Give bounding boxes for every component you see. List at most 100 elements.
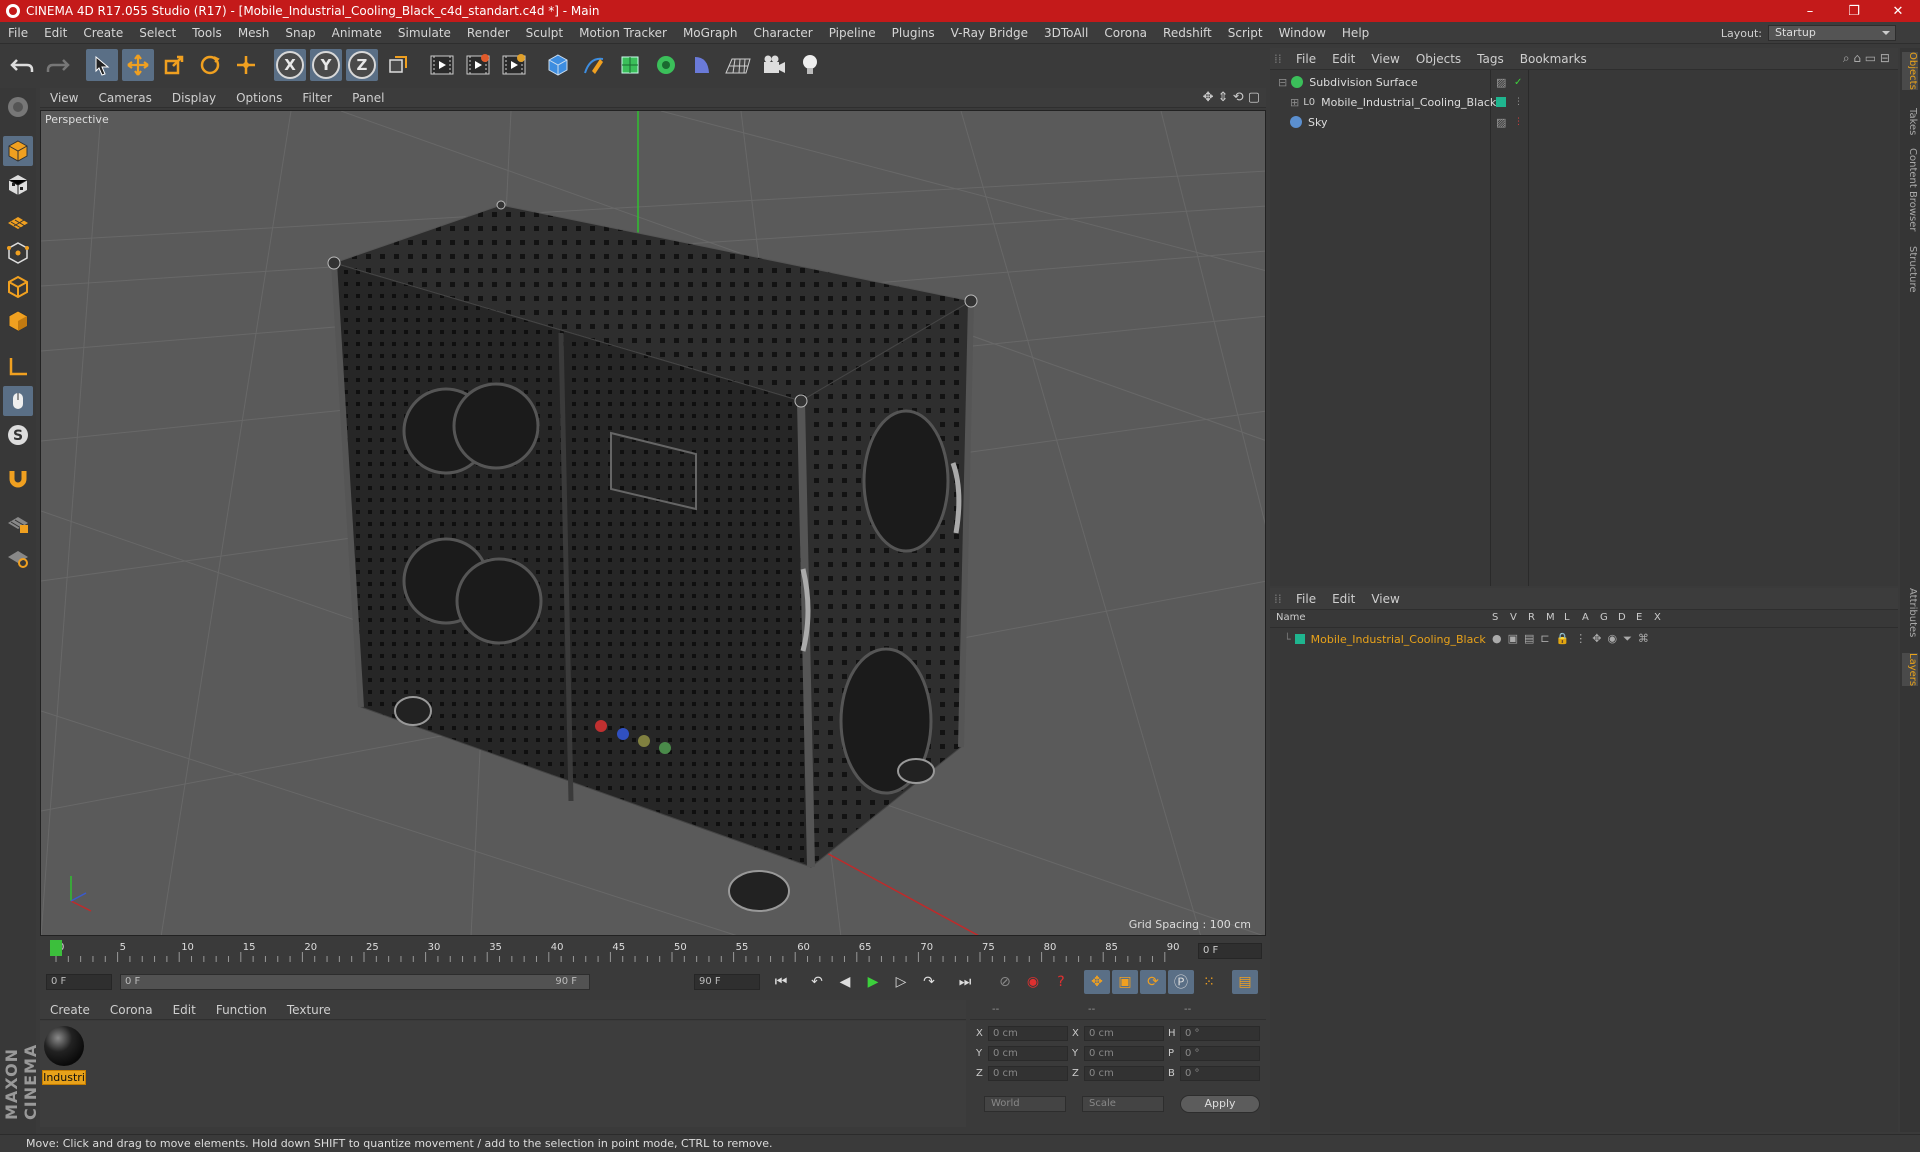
key-position-icon[interactable]: ✥ — [1084, 970, 1110, 994]
menu-script[interactable]: Script — [1220, 26, 1271, 40]
goto-prev-key-icon[interactable]: ↶ — [804, 970, 830, 994]
om-menu-tags[interactable]: Tags — [1469, 52, 1512, 66]
menu-redshift[interactable]: Redshift — [1155, 26, 1220, 40]
z-axis-lock-icon[interactable]: Z — [346, 49, 378, 81]
menu-animate[interactable]: Animate — [324, 26, 390, 40]
object-row-sky[interactable]: Sky ▨ ⋮ — [1270, 112, 1898, 132]
viewport-nav-icons[interactable]: ✥ ⇕ ⟲ ▢ — [1203, 90, 1260, 105]
menu-render[interactable]: Render — [459, 26, 518, 40]
world-dropdown[interactable]: World — [984, 1096, 1066, 1112]
menu-character[interactable]: Character — [745, 26, 820, 40]
viewport-menu-view[interactable]: View — [40, 91, 88, 105]
undo-icon[interactable] — [6, 49, 38, 81]
tab-attributes[interactable]: Attributes — [1902, 588, 1918, 637]
om-menu-objects[interactable]: Objects — [1408, 52, 1469, 66]
menu-mograph[interactable]: MoGraph — [675, 26, 746, 40]
deformer-icon[interactable] — [686, 49, 718, 81]
key-scale-icon[interactable]: ▣ — [1112, 970, 1138, 994]
key-pla-icon[interactable]: ⁙ — [1196, 970, 1222, 994]
texture-mode-icon[interactable] — [3, 170, 33, 200]
viewport-menu-panel[interactable]: Panel — [342, 91, 394, 105]
redo-icon[interactable] — [42, 49, 74, 81]
light-icon[interactable] — [794, 49, 826, 81]
floor-environment-icon[interactable] — [722, 49, 754, 81]
object-row-cooling-black[interactable]: ⊞ L0 Mobile_Industrial_Cooling_Black ⋮ — [1270, 92, 1898, 112]
rotate-tool-icon[interactable] — [194, 49, 226, 81]
menu-3dtoall[interactable]: 3DToAll — [1036, 26, 1096, 40]
material-menu-function[interactable]: Function — [206, 1003, 277, 1017]
frame-range-slider[interactable]: 0 F 90 F — [120, 974, 590, 990]
goto-start-icon[interactable]: ⏮ — [768, 970, 794, 994]
edges-mode-icon[interactable] — [3, 272, 33, 302]
menu-edit[interactable]: Edit — [36, 26, 75, 40]
select-arrow-icon[interactable] — [86, 49, 118, 81]
menu-corona[interactable]: Corona — [1096, 26, 1155, 40]
tree-expand-icon[interactable]: ⊞ — [1290, 96, 1299, 109]
render-settings-icon[interactable] — [498, 49, 530, 81]
render-view-icon[interactable] — [426, 49, 458, 81]
minimize-button[interactable]: – — [1788, 0, 1832, 22]
make-editable-icon[interactable] — [3, 92, 33, 122]
y-axis-lock-icon[interactable]: Y — [310, 49, 342, 81]
rotation-h-field[interactable]: 0 ° — [1180, 1025, 1260, 1041]
size-z-field[interactable]: 0 cm — [1084, 1065, 1164, 1081]
polygons-mode-icon[interactable] — [3, 306, 33, 336]
menu-create[interactable]: Create — [75, 26, 131, 40]
scale-dropdown[interactable]: Scale — [1082, 1096, 1164, 1112]
coordinate-system-icon[interactable] — [382, 49, 414, 81]
keyframe-selection-icon[interactable]: ? — [1048, 970, 1074, 994]
move-tool-icon[interactable] — [122, 49, 154, 81]
close-button[interactable]: ✕ — [1876, 0, 1920, 22]
menu-motion-tracker[interactable]: Motion Tracker — [571, 26, 675, 40]
rotation-p-field[interactable]: 0 ° — [1180, 1045, 1260, 1061]
restore-button[interactable]: ❐ — [1832, 0, 1876, 22]
viewport-menu-options[interactable]: Options — [226, 91, 292, 105]
transform-tool-icon[interactable] — [230, 49, 262, 81]
timeline-ruler[interactable]: 051015202530354045505560657075808590 0 F — [40, 938, 1266, 966]
end-frame-field[interactable]: 90 F — [694, 974, 760, 990]
visibility-dots-icon[interactable]: ⋮ — [1514, 97, 1523, 107]
play-icon[interactable]: ▶ — [860, 970, 886, 994]
om-menu-file[interactable]: File — [1288, 52, 1324, 66]
menu-vray-bridge[interactable]: V-Ray Bridge — [943, 26, 1036, 40]
layout-dropdown[interactable]: Startup — [1768, 25, 1896, 41]
magnet-icon[interactable] — [3, 464, 33, 494]
points-mode-icon[interactable] — [3, 238, 33, 268]
menu-select[interactable]: Select — [131, 26, 184, 40]
workplane-lock-icon[interactable] — [3, 508, 33, 538]
tree-expand-icon[interactable]: ⊟ — [1278, 76, 1287, 89]
layer-editor-icon[interactable]: ▨ — [1496, 116, 1506, 129]
layer-flag-icons[interactable]: ●▣▤⊏🔒⋮✥◉⏷⌘ — [1492, 632, 1655, 646]
om-menu-view[interactable]: View — [1363, 52, 1407, 66]
axis-mode-icon[interactable] — [3, 352, 33, 382]
menu-snap[interactable]: Snap — [277, 26, 323, 40]
enabled-check-icon[interactable]: ✓ — [1514, 77, 1522, 88]
cube-primitive-icon[interactable] — [542, 49, 574, 81]
lm-menu-view[interactable]: View — [1363, 592, 1407, 606]
rotation-b-field[interactable]: 0 ° — [1180, 1065, 1260, 1081]
object-row-subdivision[interactable]: ⊟ Subdivision Surface ▨ ✓ — [1270, 72, 1898, 92]
record-keys-icon[interactable]: ⊘ — [992, 970, 1018, 994]
tab-objects[interactable]: Objects — [1902, 52, 1918, 90]
viewport-menu-filter[interactable]: Filter — [292, 91, 342, 105]
goto-next-key-icon[interactable]: ↷ — [916, 970, 942, 994]
menu-help[interactable]: Help — [1334, 26, 1377, 40]
tab-content-browser[interactable]: Content Browser — [1902, 148, 1918, 231]
material-menu-create[interactable]: Create — [40, 1003, 100, 1017]
pen-spline-icon[interactable] — [578, 49, 610, 81]
viewport-menu-display[interactable]: Display — [162, 91, 226, 105]
om-search-home-icons[interactable]: ⌕ ⌂ ▭ ⊟ — [1843, 51, 1890, 66]
render-picture-viewer-icon[interactable] — [462, 49, 494, 81]
apply-button[interactable]: Apply — [1180, 1095, 1260, 1113]
auto-key-icon[interactable]: ◉ — [1020, 970, 1046, 994]
prev-frame-icon[interactable]: ◀ — [832, 970, 858, 994]
material-menu-texture[interactable]: Texture — [277, 1003, 341, 1017]
start-frame-field[interactable]: 0 F — [46, 974, 112, 990]
model-mode-icon[interactable] — [3, 136, 33, 166]
subdivision-generator-icon[interactable] — [614, 49, 646, 81]
tweak-mode-icon[interactable] — [3, 386, 33, 416]
timeline-window-icon[interactable]: ▤ — [1232, 970, 1258, 994]
layer-row[interactable]: └ Mobile_Industrial_Cooling_Black ●▣▤⊏🔒⋮… — [1270, 630, 1898, 648]
lm-menu-edit[interactable]: Edit — [1324, 592, 1363, 606]
visibility-dots-icon[interactable]: ⋮ — [1514, 117, 1523, 127]
